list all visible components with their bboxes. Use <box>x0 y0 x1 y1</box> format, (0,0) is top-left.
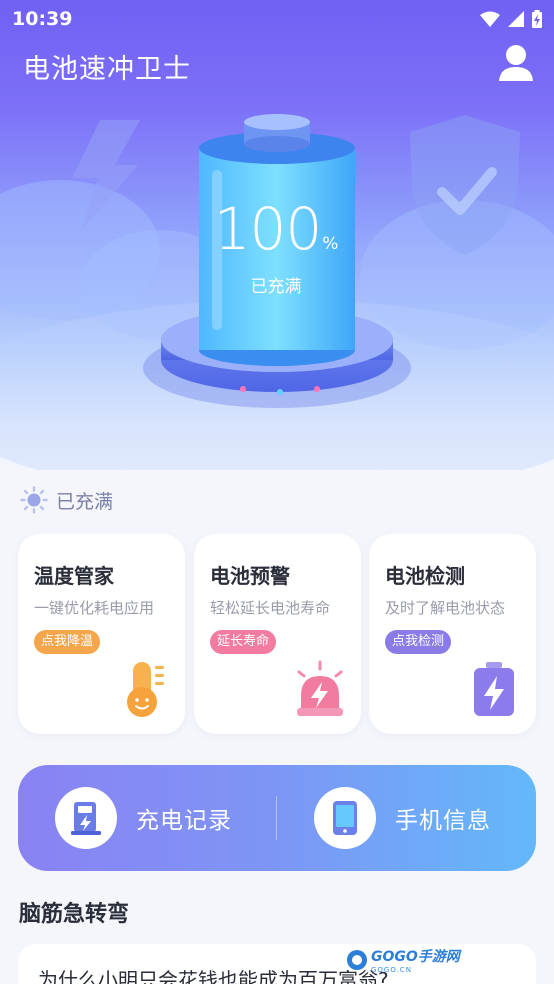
watermark-sub: GOGO.CN <box>371 966 412 974</box>
shield-decor-icon <box>410 115 520 255</box>
thermometer-icon <box>127 662 164 717</box>
status-time: 10:39 <box>12 8 73 30</box>
battery-graphic <box>143 114 411 408</box>
action-icon-circle <box>55 787 117 849</box>
card-battery-check[interactable]: 电池检测 及时了解电池状态 点我检测 <box>369 534 536 734</box>
battery-percent-readout: 100% <box>196 195 356 263</box>
cool-down-button[interactable]: 点我降温 <box>34 630 101 654</box>
charging-station-icon <box>71 802 101 835</box>
alarm-light-icon <box>297 660 343 716</box>
watermark-text: GOGO手游网 <box>371 949 460 965</box>
user-profile-button[interactable] <box>498 44 534 82</box>
riddle-question: 为什么小明只会花钱也能成为百万富翁? <box>38 968 389 984</box>
extend-life-button[interactable]: 延长寿命 <box>210 630 277 654</box>
charge-state-row: 已充满 <box>20 486 113 514</box>
watermark: GOGO手游网 GOGO.CN <box>346 944 466 976</box>
battery-percent-value: 100 <box>213 195 323 263</box>
action-icon-circle <box>314 787 376 849</box>
card-subtitle: 轻松延长电池寿命 <box>210 599 331 617</box>
action-label: 手机信息 <box>395 808 491 834</box>
user-icon <box>499 45 533 81</box>
card-title: 电池检测 <box>385 564 465 588</box>
battery-charge-icon <box>474 662 514 716</box>
card-battery-warning[interactable]: 电池预警 轻松延长电池寿命 延长寿命 <box>194 534 361 734</box>
action-bar: 充电记录 手机信息 <box>18 765 536 871</box>
status-bar: 10:39 <box>0 0 554 38</box>
lightning-decor-icon <box>72 120 140 230</box>
action-label: 充电记录 <box>136 808 232 834</box>
phone-info-button[interactable]: 手机信息 <box>277 765 535 871</box>
wifi-icon <box>480 11 500 27</box>
sun-icon <box>20 486 48 514</box>
signal-icon <box>508 11 524 27</box>
battery-status-icon <box>532 10 542 28</box>
charge-history-button[interactable]: 充电记录 <box>18 765 276 871</box>
watermark-logo-icon <box>347 950 367 970</box>
check-now-button[interactable]: 点我检测 <box>385 630 452 654</box>
card-subtitle: 一键优化耗电应用 <box>34 599 155 617</box>
battery-visual <box>140 110 414 420</box>
card-subtitle: 及时了解电池状态 <box>385 599 506 617</box>
charge-state-label: 已充满 <box>56 490 114 513</box>
card-temperature-manager[interactable]: 温度管家 一键优化耗电应用 点我降温 <box>18 534 185 734</box>
battery-percent-sign: % <box>322 234 339 254</box>
card-title: 温度管家 <box>34 564 114 588</box>
phone-icon <box>333 801 357 835</box>
app-title: 电池速冲卫士 <box>23 54 191 85</box>
riddle-section-title: 脑筋急转弯 <box>19 902 130 927</box>
feature-cards: 温度管家 一键优化耗电应用 点我降温 电池预警 轻松延长电池寿命 延长寿命 电池… <box>18 534 536 734</box>
battery-status-label: 已充满 <box>250 277 302 297</box>
card-title: 电池预警 <box>210 564 290 588</box>
